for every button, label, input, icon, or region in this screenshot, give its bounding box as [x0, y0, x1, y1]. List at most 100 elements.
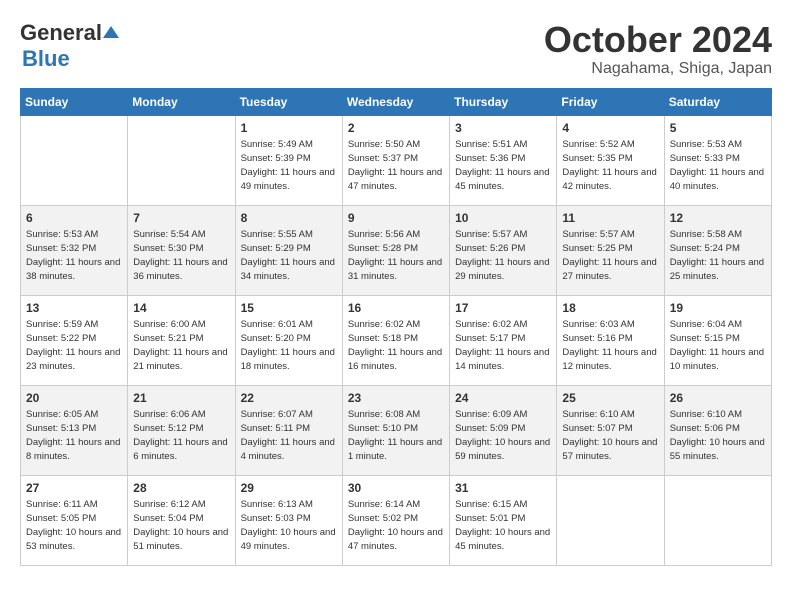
calendar-cell: 26Sunrise: 6:10 AM Sunset: 5:06 PM Dayli…	[664, 385, 771, 475]
day-number: 21	[133, 390, 229, 407]
day-number: 30	[348, 480, 444, 497]
day-number: 20	[26, 390, 122, 407]
day-info: Sunrise: 6:07 AM Sunset: 5:11 PM Dayligh…	[241, 408, 337, 463]
day-number: 7	[133, 210, 229, 227]
day-info: Sunrise: 5:53 AM Sunset: 5:32 PM Dayligh…	[26, 228, 122, 283]
calendar-cell: 30Sunrise: 6:14 AM Sunset: 5:02 PM Dayli…	[342, 475, 449, 565]
calendar-cell: 9Sunrise: 5:56 AM Sunset: 5:28 PM Daylig…	[342, 205, 449, 295]
day-number: 4	[562, 120, 658, 137]
day-info: Sunrise: 6:01 AM Sunset: 5:20 PM Dayligh…	[241, 318, 337, 373]
calendar-week-1: 1Sunrise: 5:49 AM Sunset: 5:39 PM Daylig…	[21, 115, 772, 205]
calendar-cell: 28Sunrise: 6:12 AM Sunset: 5:04 PM Dayli…	[128, 475, 235, 565]
calendar-week-5: 27Sunrise: 6:11 AM Sunset: 5:05 PM Dayli…	[21, 475, 772, 565]
calendar-header: Sunday Monday Tuesday Wednesday Thursday…	[21, 88, 772, 115]
day-number: 29	[241, 480, 337, 497]
calendar-cell: 31Sunrise: 6:15 AM Sunset: 5:01 PM Dayli…	[450, 475, 557, 565]
calendar-cell: 1Sunrise: 5:49 AM Sunset: 5:39 PM Daylig…	[235, 115, 342, 205]
day-number: 19	[670, 300, 766, 317]
day-number: 23	[348, 390, 444, 407]
calendar-cell: 5Sunrise: 5:53 AM Sunset: 5:33 PM Daylig…	[664, 115, 771, 205]
calendar-cell: 2Sunrise: 5:50 AM Sunset: 5:37 PM Daylig…	[342, 115, 449, 205]
day-info: Sunrise: 6:08 AM Sunset: 5:10 PM Dayligh…	[348, 408, 444, 463]
day-info: Sunrise: 5:59 AM Sunset: 5:22 PM Dayligh…	[26, 318, 122, 373]
day-info: Sunrise: 6:06 AM Sunset: 5:12 PM Dayligh…	[133, 408, 229, 463]
day-number: 27	[26, 480, 122, 497]
day-info: Sunrise: 6:12 AM Sunset: 5:04 PM Dayligh…	[133, 498, 229, 553]
day-number: 6	[26, 210, 122, 227]
day-info: Sunrise: 6:02 AM Sunset: 5:18 PM Dayligh…	[348, 318, 444, 373]
logo-general: General	[20, 20, 102, 46]
calendar-cell: 20Sunrise: 6:05 AM Sunset: 5:13 PM Dayli…	[21, 385, 128, 475]
day-info: Sunrise: 5:52 AM Sunset: 5:35 PM Dayligh…	[562, 138, 658, 193]
day-info: Sunrise: 5:49 AM Sunset: 5:39 PM Dayligh…	[241, 138, 337, 193]
calendar-cell: 4Sunrise: 5:52 AM Sunset: 5:35 PM Daylig…	[557, 115, 664, 205]
day-info: Sunrise: 5:53 AM Sunset: 5:33 PM Dayligh…	[670, 138, 766, 193]
day-number: 28	[133, 480, 229, 497]
day-number: 12	[670, 210, 766, 227]
col-monday: Monday	[128, 88, 235, 115]
calendar-cell: 7Sunrise: 5:54 AM Sunset: 5:30 PM Daylig…	[128, 205, 235, 295]
day-info: Sunrise: 5:51 AM Sunset: 5:36 PM Dayligh…	[455, 138, 551, 193]
calendar-cell	[128, 115, 235, 205]
logo: General Blue	[20, 20, 119, 72]
calendar-cell: 16Sunrise: 6:02 AM Sunset: 5:18 PM Dayli…	[342, 295, 449, 385]
day-number: 26	[670, 390, 766, 407]
day-info: Sunrise: 5:55 AM Sunset: 5:29 PM Dayligh…	[241, 228, 337, 283]
calendar-cell: 13Sunrise: 5:59 AM Sunset: 5:22 PM Dayli…	[21, 295, 128, 385]
day-info: Sunrise: 6:11 AM Sunset: 5:05 PM Dayligh…	[26, 498, 122, 553]
calendar-cell: 10Sunrise: 5:57 AM Sunset: 5:26 PM Dayli…	[450, 205, 557, 295]
header-row: Sunday Monday Tuesday Wednesday Thursday…	[21, 88, 772, 115]
day-number: 10	[455, 210, 551, 227]
day-number: 25	[562, 390, 658, 407]
day-number: 22	[241, 390, 337, 407]
calendar-cell: 29Sunrise: 6:13 AM Sunset: 5:03 PM Dayli…	[235, 475, 342, 565]
month-title: October 2024	[544, 20, 772, 60]
calendar-cell: 17Sunrise: 6:02 AM Sunset: 5:17 PM Dayli…	[450, 295, 557, 385]
day-info: Sunrise: 6:10 AM Sunset: 5:06 PM Dayligh…	[670, 408, 766, 463]
day-number: 3	[455, 120, 551, 137]
calendar-cell: 25Sunrise: 6:10 AM Sunset: 5:07 PM Dayli…	[557, 385, 664, 475]
day-info: Sunrise: 6:15 AM Sunset: 5:01 PM Dayligh…	[455, 498, 551, 553]
day-info: Sunrise: 5:50 AM Sunset: 5:37 PM Dayligh…	[348, 138, 444, 193]
day-info: Sunrise: 6:14 AM Sunset: 5:02 PM Dayligh…	[348, 498, 444, 553]
calendar-cell: 23Sunrise: 6:08 AM Sunset: 5:10 PM Dayli…	[342, 385, 449, 475]
calendar-cell	[21, 115, 128, 205]
day-number: 2	[348, 120, 444, 137]
title-block: October 2024 Nagahama, Shiga, Japan	[544, 20, 772, 78]
day-number: 17	[455, 300, 551, 317]
day-info: Sunrise: 6:10 AM Sunset: 5:07 PM Dayligh…	[562, 408, 658, 463]
col-sunday: Sunday	[21, 88, 128, 115]
day-info: Sunrise: 6:02 AM Sunset: 5:17 PM Dayligh…	[455, 318, 551, 373]
logo-triangle-icon	[103, 24, 119, 40]
day-info: Sunrise: 5:57 AM Sunset: 5:26 PM Dayligh…	[455, 228, 551, 283]
day-info: Sunrise: 6:13 AM Sunset: 5:03 PM Dayligh…	[241, 498, 337, 553]
calendar-week-3: 13Sunrise: 5:59 AM Sunset: 5:22 PM Dayli…	[21, 295, 772, 385]
day-info: Sunrise: 5:54 AM Sunset: 5:30 PM Dayligh…	[133, 228, 229, 283]
day-info: Sunrise: 6:00 AM Sunset: 5:21 PM Dayligh…	[133, 318, 229, 373]
day-number: 13	[26, 300, 122, 317]
calendar-cell: 21Sunrise: 6:06 AM Sunset: 5:12 PM Dayli…	[128, 385, 235, 475]
calendar-cell: 3Sunrise: 5:51 AM Sunset: 5:36 PM Daylig…	[450, 115, 557, 205]
day-number: 24	[455, 390, 551, 407]
calendar-cell: 6Sunrise: 5:53 AM Sunset: 5:32 PM Daylig…	[21, 205, 128, 295]
calendar-cell: 15Sunrise: 6:01 AM Sunset: 5:20 PM Dayli…	[235, 295, 342, 385]
day-info: Sunrise: 6:05 AM Sunset: 5:13 PM Dayligh…	[26, 408, 122, 463]
calendar-week-4: 20Sunrise: 6:05 AM Sunset: 5:13 PM Dayli…	[21, 385, 772, 475]
col-friday: Friday	[557, 88, 664, 115]
location: Nagahama, Shiga, Japan	[544, 60, 772, 78]
logo-text: General	[20, 20, 119, 46]
day-number: 18	[562, 300, 658, 317]
day-info: Sunrise: 5:56 AM Sunset: 5:28 PM Dayligh…	[348, 228, 444, 283]
calendar-table: Sunday Monday Tuesday Wednesday Thursday…	[20, 88, 772, 566]
day-info: Sunrise: 6:04 AM Sunset: 5:15 PM Dayligh…	[670, 318, 766, 373]
calendar-cell: 11Sunrise: 5:57 AM Sunset: 5:25 PM Dayli…	[557, 205, 664, 295]
day-number: 14	[133, 300, 229, 317]
calendar-cell: 19Sunrise: 6:04 AM Sunset: 5:15 PM Dayli…	[664, 295, 771, 385]
col-saturday: Saturday	[664, 88, 771, 115]
calendar-cell: 8Sunrise: 5:55 AM Sunset: 5:29 PM Daylig…	[235, 205, 342, 295]
day-number: 8	[241, 210, 337, 227]
calendar-cell: 14Sunrise: 6:00 AM Sunset: 5:21 PM Dayli…	[128, 295, 235, 385]
day-info: Sunrise: 5:58 AM Sunset: 5:24 PM Dayligh…	[670, 228, 766, 283]
day-info: Sunrise: 6:09 AM Sunset: 5:09 PM Dayligh…	[455, 408, 551, 463]
calendar-body: 1Sunrise: 5:49 AM Sunset: 5:39 PM Daylig…	[21, 115, 772, 565]
